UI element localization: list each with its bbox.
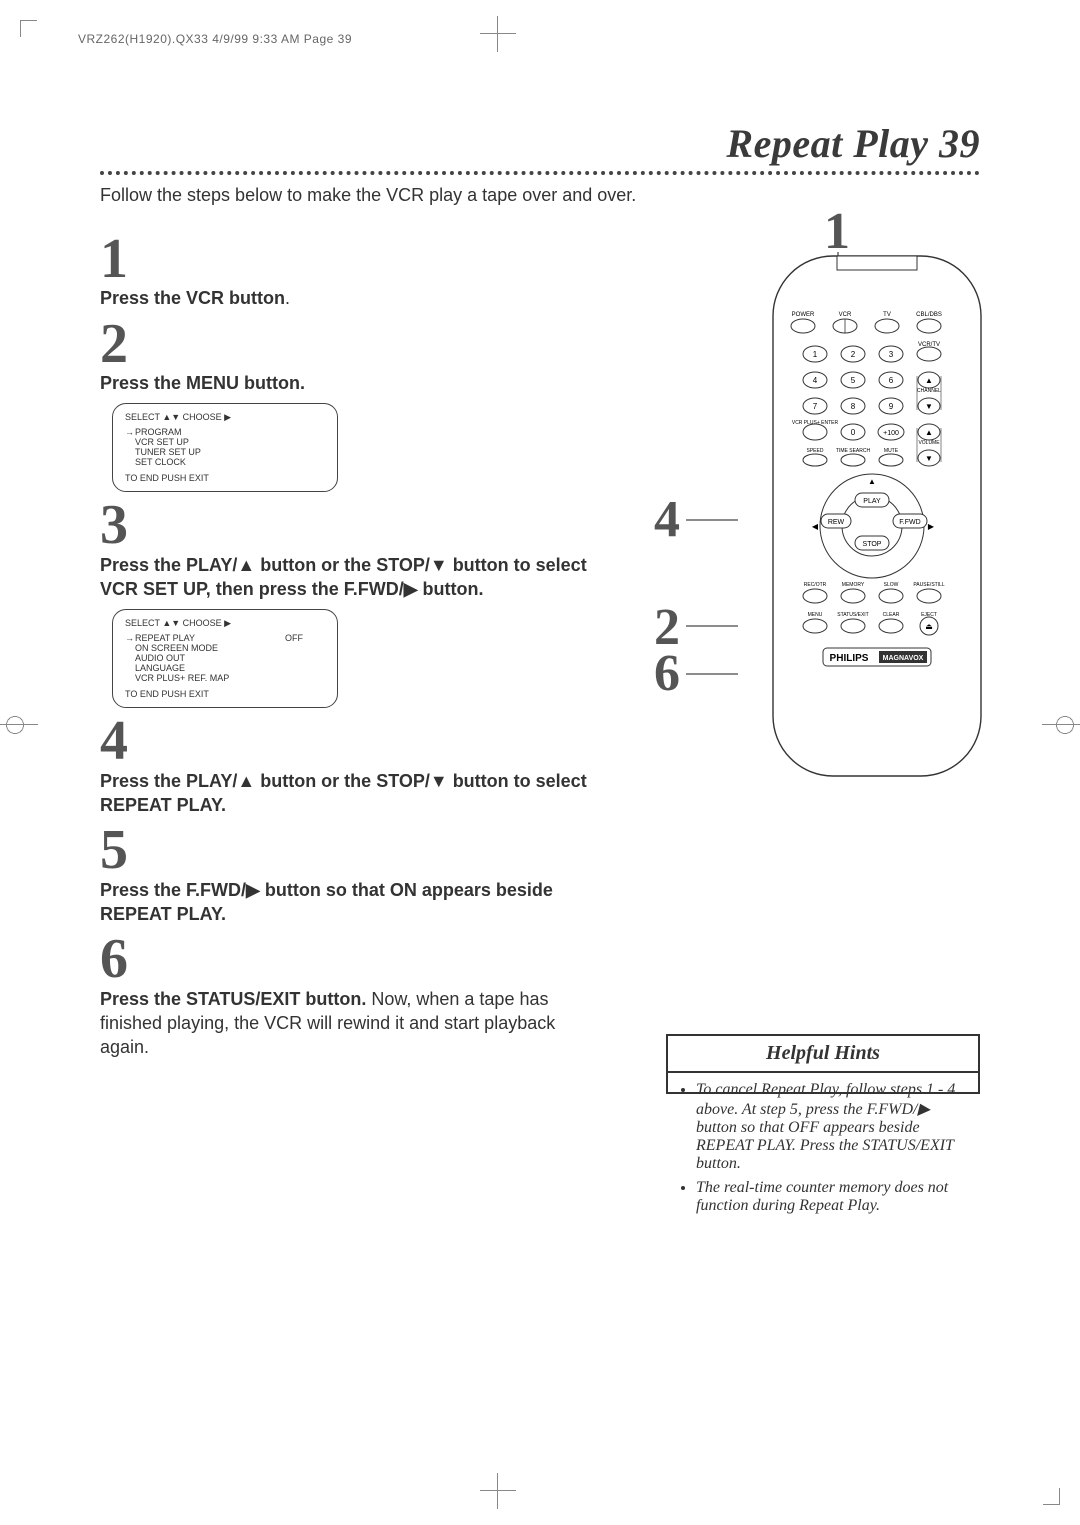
svg-text:CHANNEL: CHANNEL bbox=[917, 388, 941, 394]
osd-value: OFF bbox=[285, 633, 325, 643]
svg-text:0: 0 bbox=[851, 428, 856, 437]
svg-text:▶: ▶ bbox=[928, 522, 935, 531]
remote-diagram: 1 2 3 4 5 6 bbox=[646, 226, 980, 786]
crosshair-icon bbox=[480, 1473, 516, 1509]
svg-text:MAGNAVOX: MAGNAVOX bbox=[883, 655, 924, 662]
btn-label: POWER bbox=[792, 312, 815, 318]
svg-text:▲: ▲ bbox=[925, 428, 933, 437]
registration-mark-icon bbox=[0, 710, 30, 740]
svg-text:⏏: ⏏ bbox=[925, 622, 933, 631]
step-number: 1 bbox=[100, 234, 620, 284]
step-text: Press the VCR button. bbox=[100, 286, 600, 310]
svg-text:6: 6 bbox=[889, 376, 894, 385]
svg-text:◀: ◀ bbox=[812, 522, 819, 531]
svg-text:▼: ▼ bbox=[925, 402, 933, 411]
remote-icon: POWER VCR TV CBL/DBS VCR/TV 1 2 3 bbox=[767, 226, 987, 786]
svg-text:9: 9 bbox=[889, 402, 894, 411]
svg-text:VCR PLUS+ ENTER: VCR PLUS+ ENTER bbox=[792, 420, 839, 426]
svg-text:2: 2 bbox=[851, 350, 856, 359]
svg-text:F.FWD: F.FWD bbox=[899, 519, 920, 526]
osd-item: REPEAT PLAY bbox=[135, 633, 285, 643]
svg-text:3: 3 bbox=[889, 350, 894, 359]
crop-mark bbox=[1043, 1488, 1060, 1505]
hint-item: To cancel Repeat Play, follow steps 1 - … bbox=[696, 1081, 968, 1173]
osd-item: VCR SET UP bbox=[135, 437, 325, 447]
svg-text:CLEAR: CLEAR bbox=[883, 612, 900, 618]
svg-text:4: 4 bbox=[813, 376, 818, 385]
hints-title: Helpful Hints bbox=[668, 1036, 978, 1073]
step-text: Press the MENU button. bbox=[100, 371, 600, 395]
svg-text:+100: +100 bbox=[883, 430, 899, 437]
svg-text:REW: REW bbox=[828, 519, 845, 526]
page-header: VRZ262(H1920).QX33 4/9/99 9:33 AM Page 3… bbox=[78, 32, 352, 46]
osd-screen: SELECT ▲▼ CHOOSE ▶ →REPEAT PLAYOFF ON SC… bbox=[112, 609, 338, 708]
svg-text:MENU: MENU bbox=[808, 612, 823, 618]
intro-text: Follow the steps below to make the VCR p… bbox=[100, 185, 640, 206]
osd-header: SELECT ▲▼ CHOOSE ▶ bbox=[125, 412, 325, 423]
svg-text:MEMORY: MEMORY bbox=[842, 582, 865, 588]
svg-text:MUTE: MUTE bbox=[884, 448, 899, 454]
step-text: Press the PLAY/▲ button or the STOP/▼ bu… bbox=[100, 769, 600, 818]
btn-label: CBL/DBS bbox=[916, 312, 942, 318]
step-text: Press the STATUS/EXIT button. Now, when … bbox=[100, 987, 600, 1060]
svg-text:8: 8 bbox=[851, 402, 856, 411]
svg-text:7: 7 bbox=[813, 402, 818, 411]
osd-screen: SELECT ▲▼ CHOOSE ▶ →PROGRAM VCR SET UP T… bbox=[112, 403, 338, 492]
osd-item: LANGUAGE bbox=[135, 663, 325, 673]
osd-footer: TO END PUSH EXIT bbox=[125, 473, 325, 483]
svg-text:▲: ▲ bbox=[925, 376, 933, 385]
step-text: Press the F.FWD/▶ button so that ON appe… bbox=[100, 878, 600, 927]
svg-text:PAUSE/STILL: PAUSE/STILL bbox=[913, 582, 945, 588]
svg-text:▼: ▼ bbox=[925, 454, 933, 463]
step-text: Press the PLAY/▲ button or the STOP/▼ bu… bbox=[100, 553, 600, 602]
btn-label: TV bbox=[883, 312, 891, 318]
crop-mark bbox=[20, 20, 37, 37]
btn-label: VCR bbox=[839, 312, 852, 318]
osd-footer: TO END PUSH EXIT bbox=[125, 689, 325, 699]
step-number: 3 bbox=[100, 500, 620, 550]
svg-text:STATUS/EXIT: STATUS/EXIT bbox=[837, 612, 868, 618]
osd-item: VCR PLUS+ REF. MAP bbox=[135, 673, 325, 683]
osd-header: SELECT ▲▼ CHOOSE ▶ bbox=[125, 618, 325, 629]
page-title: Repeat Play 39 bbox=[726, 121, 980, 166]
svg-text:STOP: STOP bbox=[863, 541, 882, 548]
divider bbox=[100, 171, 980, 175]
svg-text:TIME SEARCH: TIME SEARCH bbox=[836, 448, 871, 454]
svg-text:PHILIPS: PHILIPS bbox=[830, 653, 869, 664]
helpful-hints-box: Helpful Hints To cancel Repeat Play, fol… bbox=[666, 1034, 980, 1094]
svg-text:SPEED: SPEED bbox=[807, 448, 824, 454]
svg-text:5: 5 bbox=[851, 376, 856, 385]
registration-mark-icon bbox=[1050, 710, 1080, 740]
svg-text:PLAY: PLAY bbox=[863, 498, 881, 505]
osd-item: AUDIO OUT bbox=[135, 653, 325, 663]
crosshair-icon bbox=[480, 16, 516, 52]
step-number: 4 bbox=[100, 716, 620, 766]
osd-item: TUNER SET UP bbox=[135, 447, 325, 457]
svg-text:1: 1 bbox=[813, 350, 818, 359]
step-number: 6 bbox=[100, 934, 620, 984]
svg-text:SLOW: SLOW bbox=[884, 582, 899, 588]
svg-text:VOLUME: VOLUME bbox=[918, 440, 940, 446]
svg-text:▲: ▲ bbox=[868, 477, 876, 486]
step-number: 2 bbox=[100, 319, 620, 369]
step-number: 5 bbox=[100, 825, 620, 875]
hint-item: The real-time counter memory does not fu… bbox=[696, 1179, 968, 1215]
osd-item: SET CLOCK bbox=[135, 457, 325, 467]
osd-item: PROGRAM bbox=[135, 427, 325, 437]
svg-text:REC/OTR: REC/OTR bbox=[804, 582, 827, 588]
osd-item: ON SCREEN MODE bbox=[135, 643, 325, 653]
